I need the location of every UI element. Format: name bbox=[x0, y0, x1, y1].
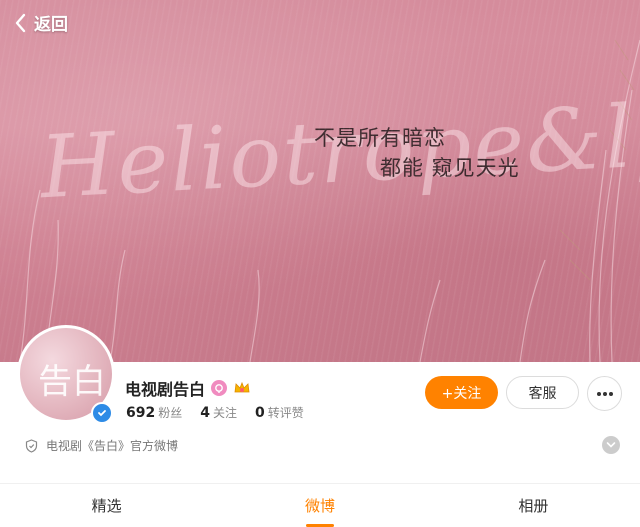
grass-decoration bbox=[19, 39, 640, 362]
stat-following[interactable]: 4 关注 bbox=[200, 404, 237, 421]
more-dots-icon bbox=[596, 391, 613, 396]
profile-description: 电视剧《告白》官方微博 bbox=[46, 439, 179, 453]
stat-value: 0 bbox=[255, 405, 265, 421]
shield-icon bbox=[25, 438, 38, 453]
customer-service-button[interactable]: 客服 bbox=[506, 376, 579, 409]
stats-row: 692 粉丝 4 关注 0 转评赞 bbox=[126, 404, 304, 421]
stat-reposts-likes[interactable]: 0 转评赞 bbox=[255, 404, 304, 421]
chevron-left-icon bbox=[15, 13, 26, 32]
stat-value: 692 bbox=[126, 405, 156, 421]
follow-button[interactable]: +关注 bbox=[425, 376, 498, 409]
stat-label: 关注 bbox=[213, 406, 238, 420]
verified-check-icon bbox=[91, 402, 113, 424]
stat-label: 粉丝 bbox=[158, 406, 183, 420]
description-row: 电视剧《告白》官方微博 bbox=[25, 437, 178, 454]
p-badge-icon[interactable] bbox=[211, 380, 228, 396]
back-button[interactable]: 返回 bbox=[12, 10, 68, 35]
stat-fans[interactable]: 692 粉丝 bbox=[126, 404, 182, 421]
tab-bar: 精选 微博 相册 bbox=[0, 484, 640, 527]
name-row: 电视剧告白 bbox=[125, 376, 251, 400]
stat-label: 转评赞 bbox=[267, 406, 304, 420]
profile-name[interactable]: 电视剧告白 bbox=[125, 376, 205, 400]
cover-tagline-2: 都能 窥见天光 bbox=[380, 156, 520, 180]
tab-label: 相册 bbox=[518, 497, 549, 515]
cover-banner: Heliotrope&lgz 不是所有暗恋 都能 窥见天光 bbox=[0, 0, 640, 362]
tab-weibo[interactable]: 微博 bbox=[213, 484, 426, 527]
tab-featured[interactable]: 精选 bbox=[0, 484, 213, 527]
tab-album[interactable]: 相册 bbox=[427, 484, 640, 527]
crown-badge-icon[interactable] bbox=[233, 380, 251, 396]
tab-label: 精选 bbox=[91, 497, 122, 515]
avatar-glyph: 告白 bbox=[38, 362, 106, 402]
more-button[interactable] bbox=[587, 376, 622, 411]
expand-button[interactable] bbox=[602, 436, 620, 454]
tab-label: 微博 bbox=[304, 497, 335, 515]
stat-value: 4 bbox=[200, 405, 210, 421]
cover-watermark: Heliotrope&lgz bbox=[37, 81, 640, 219]
cover-tagline-1: 不是所有暗恋 bbox=[314, 126, 446, 150]
chevron-down-icon bbox=[606, 442, 616, 448]
back-label: 返回 bbox=[34, 15, 68, 35]
